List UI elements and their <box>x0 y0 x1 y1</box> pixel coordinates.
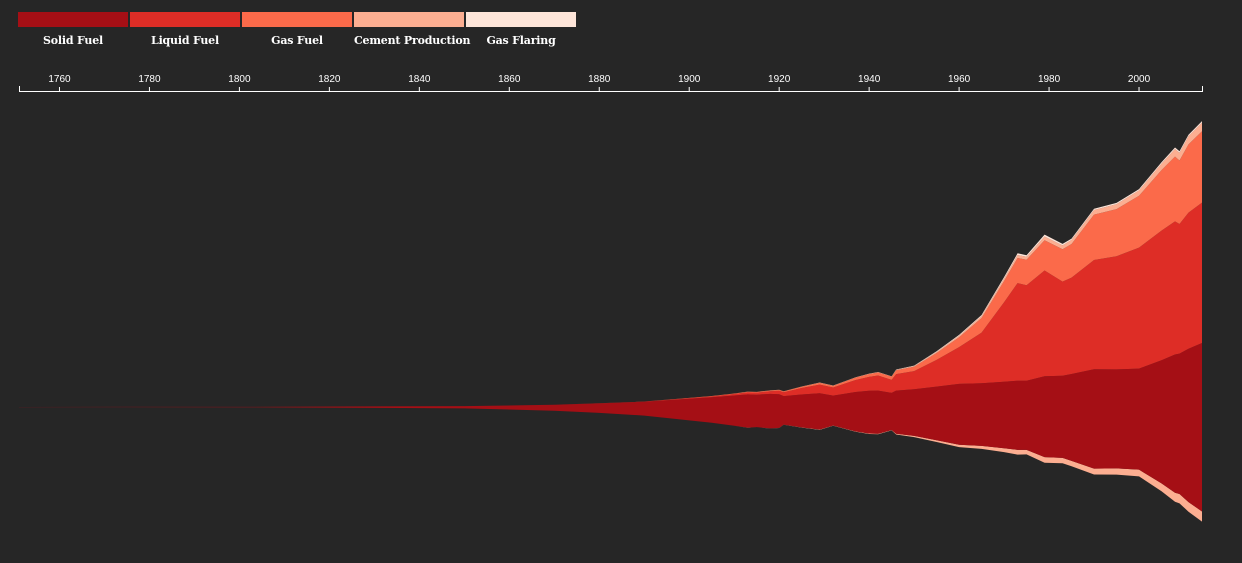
x-tick-label: 1820 <box>318 74 341 85</box>
x-tick-label: 1940 <box>858 74 881 85</box>
stream-layers <box>19 121 1202 522</box>
streamgraph-chart: 1760 1780 1800 1820 1840 1860 1880 1900 1920 1940… <box>19 74 1203 522</box>
x-tick-label: 1860 <box>498 74 521 85</box>
x-tick-label: 1960 <box>948 74 971 85</box>
x-tick-label: 2000 <box>1128 74 1151 85</box>
x-tick-label: 1800 <box>228 74 251 85</box>
x-axis: 1760 1780 1800 1820 1840 1860 1880 1900 1920 1940… <box>19 74 1203 92</box>
x-tick-label: 1840 <box>408 74 431 85</box>
x-tick-label: 1900 <box>678 74 701 85</box>
x-tick-label: 1880 <box>588 74 611 85</box>
x-tick-label: 1780 <box>138 74 161 85</box>
x-tick-label: 1760 <box>48 74 71 85</box>
x-tick-label: 1980 <box>1038 74 1061 85</box>
stream-layer-liquid-fuel[interactable] <box>19 202 1202 407</box>
x-tick-label: 1920 <box>768 74 791 85</box>
